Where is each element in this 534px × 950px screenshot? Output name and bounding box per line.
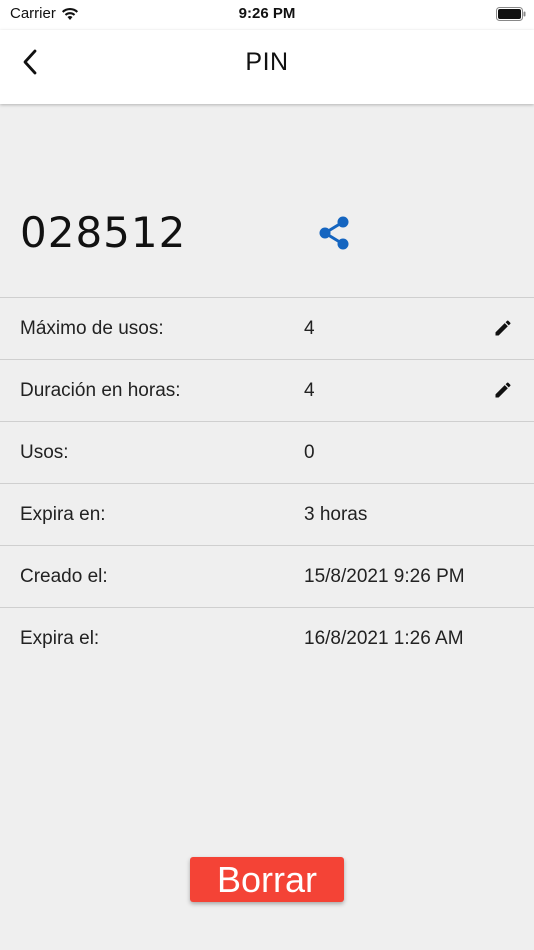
detail-row-created-at: Creado el: 15/8/2021 9:26 PM bbox=[0, 545, 534, 607]
pin-code: 028512 bbox=[20, 208, 187, 257]
detail-label: Expira en: bbox=[20, 504, 106, 525]
detail-value: 4 bbox=[304, 380, 315, 401]
pencil-icon bbox=[495, 382, 511, 398]
detail-value: 0 bbox=[304, 442, 315, 463]
detail-row-expires-at: Expira el: 16/8/2021 1:26 AM bbox=[0, 607, 534, 669]
detail-row-duration: Duración en horas: 4 bbox=[0, 359, 534, 421]
status-time: 9:26 PM bbox=[238, 5, 296, 22]
detail-label: Máximo de usos: bbox=[20, 318, 164, 339]
delete-button[interactable]: Borrar bbox=[190, 857, 344, 902]
detail-value: 3 horas bbox=[304, 504, 368, 525]
detail-row-max-uses: Máximo de usos: 4 bbox=[0, 297, 534, 359]
detail-label: Usos: bbox=[20, 442, 69, 463]
detail-label: Creado el: bbox=[20, 566, 108, 587]
pencil-icon bbox=[495, 320, 511, 336]
detail-row-uses: Usos: 0 bbox=[0, 421, 534, 483]
battery-icon bbox=[496, 7, 526, 21]
share-button[interactable] bbox=[316, 214, 352, 252]
navigation-bar: PIN bbox=[0, 30, 534, 104]
detail-label: Expira el: bbox=[20, 628, 100, 649]
detail-label: Duración en horas: bbox=[20, 380, 181, 401]
detail-value: 4 bbox=[304, 318, 315, 339]
status-bar: Carrier 9:26 PM bbox=[0, 0, 534, 30]
edit-max-uses-button[interactable] bbox=[492, 317, 514, 339]
page-title: PIN bbox=[245, 48, 289, 76]
edit-duration-button[interactable] bbox=[492, 379, 514, 401]
detail-value: 15/8/2021 9:26 PM bbox=[304, 566, 465, 587]
pin-details-list: Máximo de usos: 4 Duración en horas: 4 U… bbox=[0, 297, 534, 669]
share-icon bbox=[319, 216, 349, 250]
detail-row-expires-in: Expira en: 3 horas bbox=[0, 483, 534, 545]
detail-value: 16/8/2021 1:26 AM bbox=[304, 628, 464, 649]
